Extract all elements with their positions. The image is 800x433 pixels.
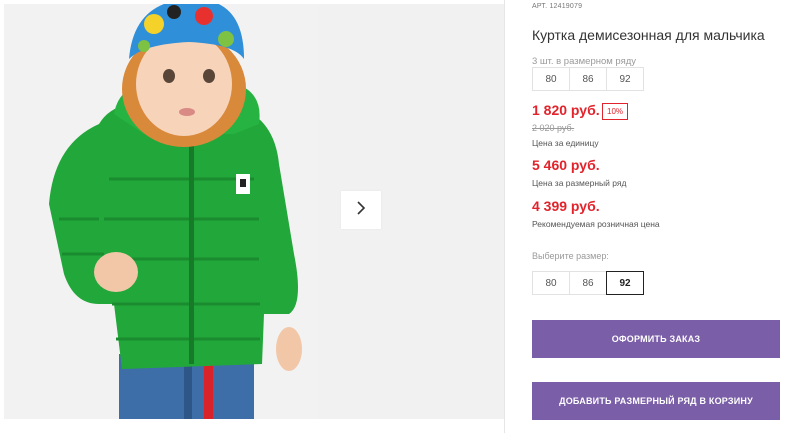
product-title: Куртка демисезонная для мальчика (532, 27, 765, 43)
retail-price: 4 399 руб. (532, 198, 600, 214)
retail-price-caption: Рекомендуемая розничная цена (532, 219, 660, 229)
add-set-to-cart-button[interactable]: ДОБАВИТЬ РАЗМЕРНЫЙ РЯД В КОРЗИНУ (532, 382, 780, 420)
article-value: 12419079 (549, 3, 583, 10)
size-option-86[interactable]: 86 (569, 271, 607, 295)
unit-price: 1 820 руб. (532, 102, 600, 118)
size-set-item: 86 (569, 67, 607, 91)
article-number: АРТ. 12419079 (532, 3, 582, 10)
size-set-item: 92 (606, 67, 644, 91)
size-set-note: 3 шт. в размерном ряду (532, 56, 637, 67)
old-price: 2 020 руб. (532, 123, 575, 133)
set-price-caption: Цена за размерный ряд (532, 178, 627, 188)
size-option-92[interactable]: 92 (606, 271, 644, 295)
article-label: АРТ. (532, 3, 548, 10)
unit-price-caption: Цена за единицу (532, 138, 599, 148)
chevron-right-icon (355, 200, 367, 221)
size-select-label: Выберите размер: (532, 251, 609, 261)
size-option-80[interactable]: 80 (532, 271, 570, 295)
product-photo[interactable] (4, 4, 318, 419)
discount-badge: 10% (602, 103, 629, 120)
checkout-button[interactable]: ОФОРМИТЬ ЗАКАЗ (532, 320, 780, 358)
set-price: 5 460 руб. (532, 157, 600, 173)
size-selector: 80 86 92 (532, 271, 644, 295)
panel-divider (504, 0, 505, 433)
product-gallery (0, 0, 505, 433)
child-in-green-jacket-image (4, 4, 318, 419)
size-set-list: 80 86 92 (532, 67, 644, 91)
next-image-button[interactable] (341, 191, 381, 229)
size-set-item: 80 (532, 67, 570, 91)
